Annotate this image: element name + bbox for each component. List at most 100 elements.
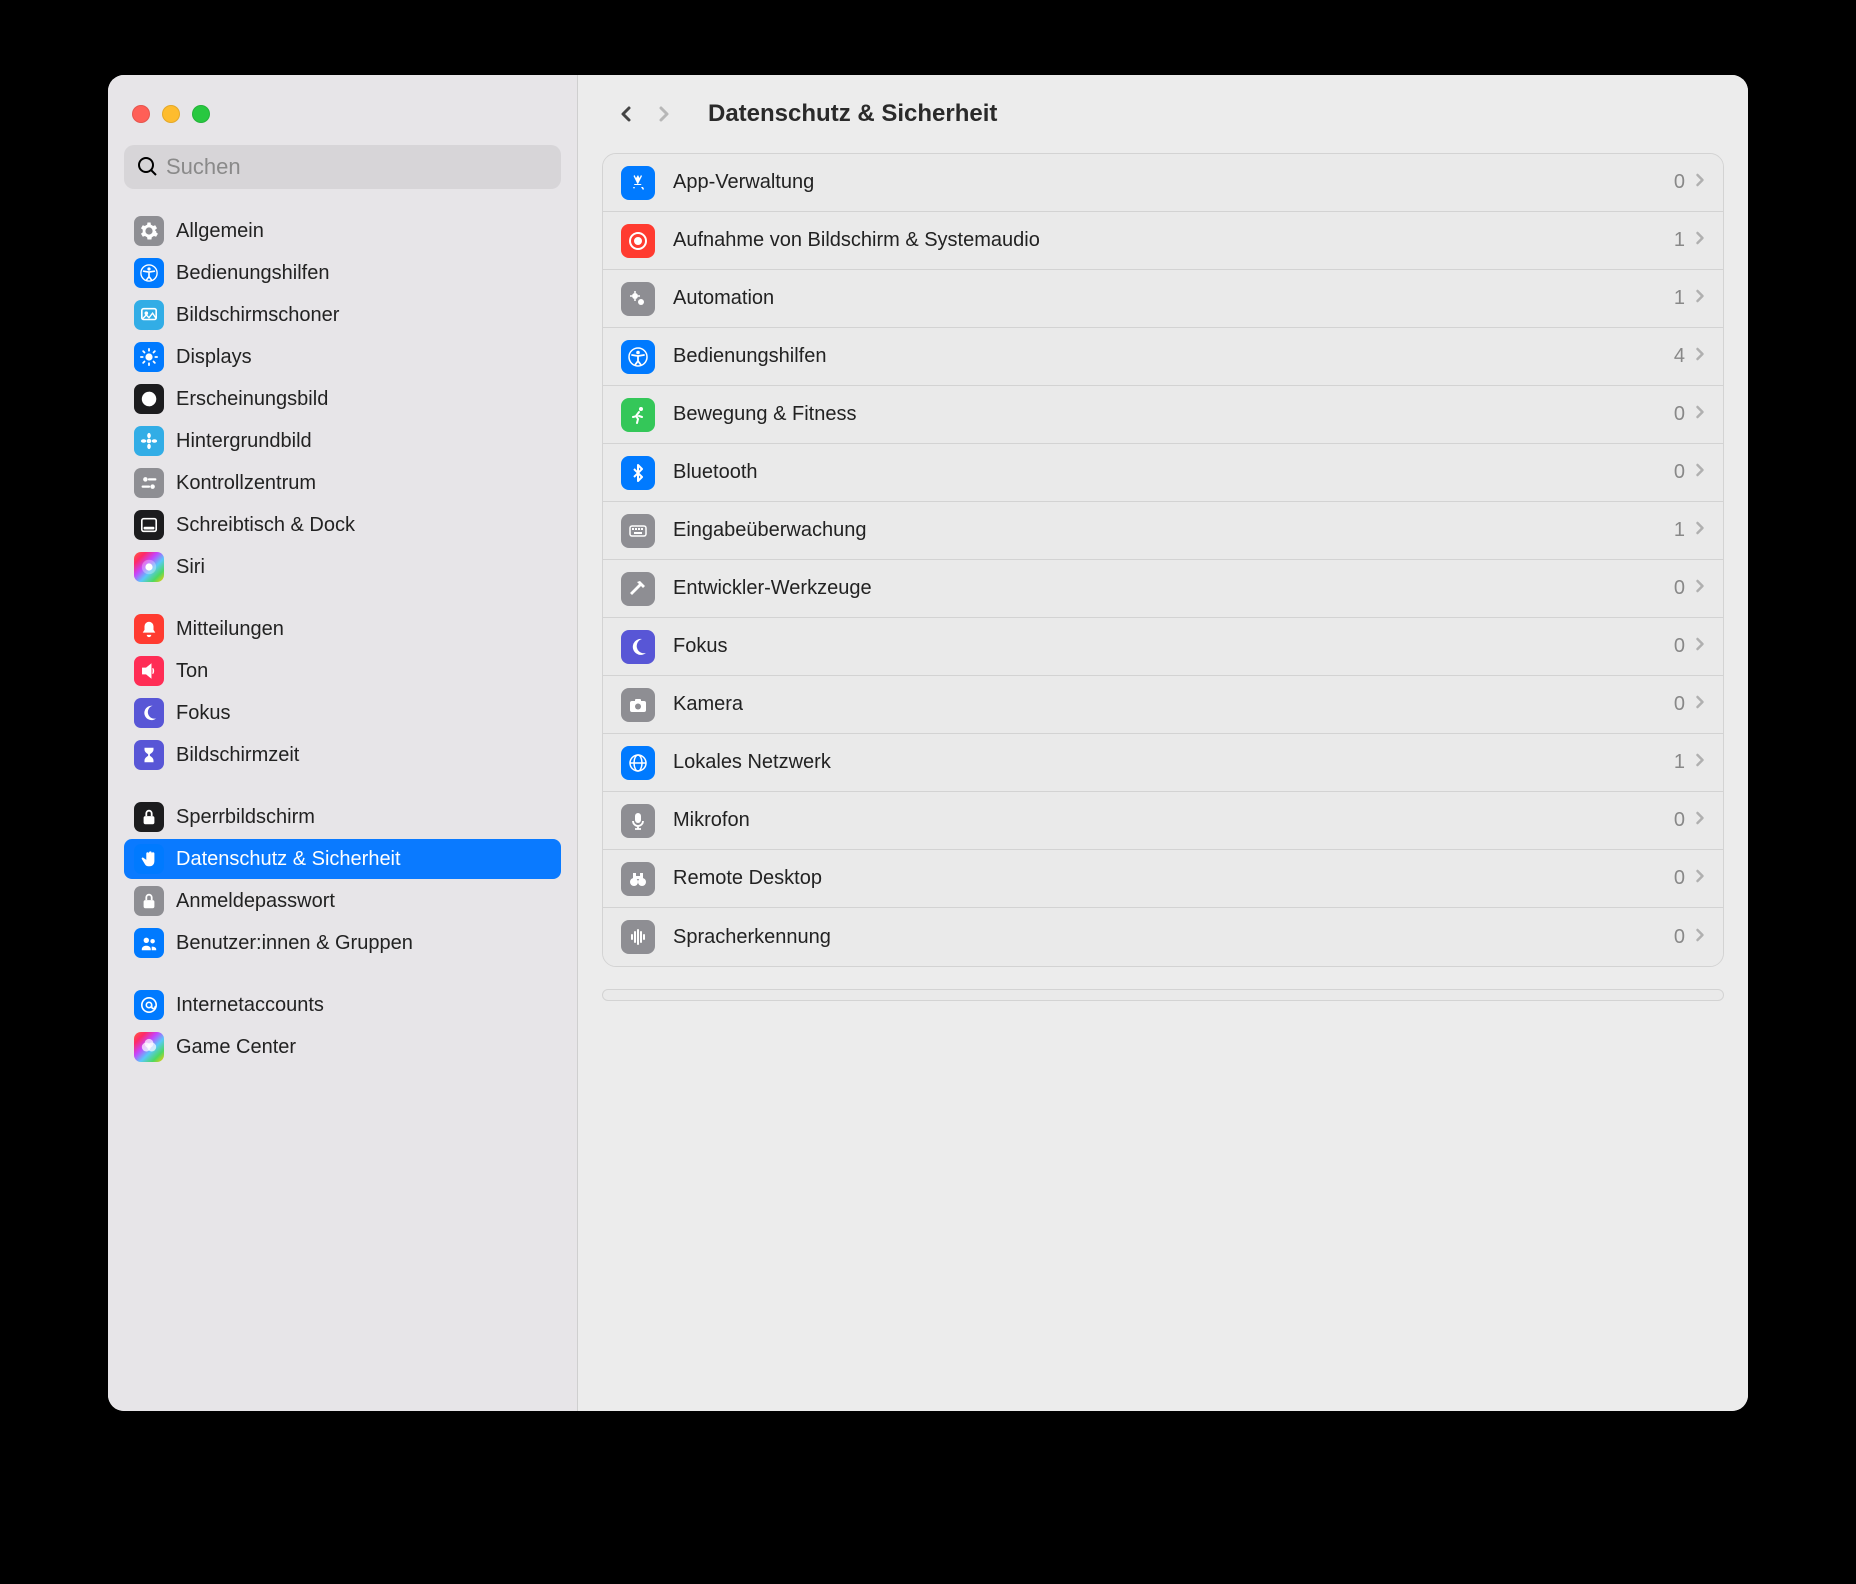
row-label: Bedienungshilfen bbox=[673, 345, 1674, 368]
sidebar-item-gamecenter[interactable]: Game Center bbox=[124, 1027, 561, 1067]
screensaver-icon bbox=[134, 300, 164, 330]
waveform-icon bbox=[621, 920, 655, 954]
sidebar-item-label: Erscheinungsbild bbox=[176, 388, 328, 411]
sidebar-item-label: Displays bbox=[176, 346, 252, 369]
record-icon bbox=[621, 224, 655, 258]
chevron-left-icon bbox=[618, 102, 634, 126]
sidebar-item-label: Mitteilungen bbox=[176, 618, 284, 641]
appstore-icon bbox=[621, 166, 655, 200]
at-icon bbox=[134, 990, 164, 1020]
chevron-right-icon bbox=[1695, 868, 1705, 889]
chevron-right-icon bbox=[1695, 810, 1705, 831]
sidebar-item-general[interactable]: Allgemein bbox=[124, 211, 561, 251]
minimize-window-button[interactable] bbox=[162, 105, 180, 123]
chevron-right-icon bbox=[1695, 694, 1705, 715]
hand-icon bbox=[134, 844, 164, 874]
content-scroll[interactable]: App-Verwaltung0Aufnahme von Bildschirm &… bbox=[578, 153, 1748, 1411]
row-label: Aufnahme von Bildschirm & Systemaudio bbox=[673, 229, 1674, 252]
sidebar-item-label: Schreibtisch & Dock bbox=[176, 514, 355, 537]
sidebar-item-sound[interactable]: Ton bbox=[124, 651, 561, 691]
sidebar-item-users[interactable]: Benutzer:innen & Gruppen bbox=[124, 923, 561, 963]
privacy-row-app-management[interactable]: App-Verwaltung0 bbox=[603, 154, 1723, 212]
chevron-right-icon bbox=[1695, 927, 1705, 948]
search-field-container[interactable] bbox=[124, 145, 561, 189]
sidebar-item-focus[interactable]: Fokus bbox=[124, 693, 561, 733]
privacy-row-speech[interactable]: Spracherkennung0 bbox=[603, 908, 1723, 966]
sidebar-item-label: Anmeldepasswort bbox=[176, 890, 335, 913]
row-count: 0 bbox=[1674, 461, 1685, 484]
sidebar-item-accessibility[interactable]: Bedienungshilfen bbox=[124, 253, 561, 293]
close-window-button[interactable] bbox=[132, 105, 150, 123]
privacy-row-motion[interactable]: Bewegung & Fitness0 bbox=[603, 386, 1723, 444]
hammer-icon bbox=[621, 572, 655, 606]
sidebar-item-appearance[interactable]: Erscheinungsbild bbox=[124, 379, 561, 419]
sidebar-group: Sperrbildschirm Datenschutz & Sicherheit A… bbox=[124, 797, 561, 963]
privacy-row-local-network[interactable]: Lokales Netzwerk1 bbox=[603, 734, 1723, 792]
sidebar-item-controlcenter[interactable]: Kontrollzentrum bbox=[124, 463, 561, 503]
sidebar-nav: Allgemein Bedienungshilfen Bildschirmschon… bbox=[124, 211, 561, 1089]
sidebar-item-label: Bedienungshilfen bbox=[176, 262, 329, 285]
sidebar-item-screensaver[interactable]: Bildschirmschoner bbox=[124, 295, 561, 335]
accessibility-icon bbox=[134, 258, 164, 288]
privacy-row-automation[interactable]: Automation1 bbox=[603, 270, 1723, 328]
row-label: Entwickler-Werkzeuge bbox=[673, 577, 1674, 600]
privacy-row-bluetooth[interactable]: Bluetooth0 bbox=[603, 444, 1723, 502]
sidebar-item-displays[interactable]: Displays bbox=[124, 337, 561, 377]
chevron-right-icon bbox=[1695, 404, 1705, 425]
row-label: Bewegung & Fitness bbox=[673, 403, 1674, 426]
forward-button[interactable] bbox=[646, 94, 686, 134]
next-panel-peek bbox=[602, 989, 1724, 1001]
row-label: Kamera bbox=[673, 693, 1674, 716]
toolbar: Datenschutz & Sicherheit bbox=[578, 75, 1748, 153]
row-count: 1 bbox=[1674, 287, 1685, 310]
row-count: 0 bbox=[1674, 867, 1685, 890]
row-label: Bluetooth bbox=[673, 461, 1674, 484]
siri-icon bbox=[134, 552, 164, 582]
speaker-icon bbox=[134, 656, 164, 686]
chevron-right-icon bbox=[658, 102, 674, 126]
sidebar-item-label: Datenschutz & Sicherheit bbox=[176, 848, 401, 871]
privacy-row-accessibility[interactable]: Bedienungshilfen4 bbox=[603, 328, 1723, 386]
privacy-row-camera[interactable]: Kamera0 bbox=[603, 676, 1723, 734]
privacy-row-remote-desktop[interactable]: Remote Desktop0 bbox=[603, 850, 1723, 908]
zoom-window-button[interactable] bbox=[192, 105, 210, 123]
privacy-row-focus[interactable]: Fokus0 bbox=[603, 618, 1723, 676]
row-label: Fokus bbox=[673, 635, 1674, 658]
sidebar-item-loginpassword[interactable]: Anmeldepasswort bbox=[124, 881, 561, 921]
back-button[interactable] bbox=[606, 94, 646, 134]
row-label: Automation bbox=[673, 287, 1674, 310]
sidebar-group: Allgemein Bedienungshilfen Bildschirmschon… bbox=[124, 211, 561, 587]
sun-icon bbox=[134, 342, 164, 372]
moon-icon bbox=[621, 630, 655, 664]
row-label: App-Verwaltung bbox=[673, 171, 1674, 194]
sidebar-item-siri[interactable]: Siri bbox=[124, 547, 561, 587]
sidebar-item-lockscreen[interactable]: Sperrbildschirm bbox=[124, 797, 561, 837]
search-input[interactable] bbox=[166, 154, 547, 180]
camera-icon bbox=[621, 688, 655, 722]
sidebar-item-label: Bildschirmzeit bbox=[176, 744, 299, 767]
privacy-row-microphone[interactable]: Mikrofon0 bbox=[603, 792, 1723, 850]
sidebar-item-privacy[interactable]: Datenschutz & Sicherheit bbox=[124, 839, 561, 879]
running-icon bbox=[621, 398, 655, 432]
row-count: 0 bbox=[1674, 577, 1685, 600]
appearance-icon bbox=[134, 384, 164, 414]
page-title: Datenschutz & Sicherheit bbox=[708, 100, 997, 128]
sidebar-item-label: Sperrbildschirm bbox=[176, 806, 315, 829]
gears-icon bbox=[621, 282, 655, 316]
sidebar-item-internetaccounts[interactable]: Internetaccounts bbox=[124, 985, 561, 1025]
sidebar-item-dock[interactable]: Schreibtisch & Dock bbox=[124, 505, 561, 545]
privacy-row-input-monitoring[interactable]: Eingabeüberwachung1 bbox=[603, 502, 1723, 560]
accessibility-icon bbox=[621, 340, 655, 374]
sidebar-item-label: Internetaccounts bbox=[176, 994, 324, 1017]
sidebar-item-notifications[interactable]: Mitteilungen bbox=[124, 609, 561, 649]
row-count: 1 bbox=[1674, 751, 1685, 774]
sidebar-item-wallpaper[interactable]: Hintergrundbild bbox=[124, 421, 561, 461]
privacy-row-screen-recording[interactable]: Aufnahme von Bildschirm & Systemaudio1 bbox=[603, 212, 1723, 270]
privacy-row-dev-tools[interactable]: Entwickler-Werkzeuge0 bbox=[603, 560, 1723, 618]
row-count: 1 bbox=[1674, 229, 1685, 252]
row-count: 0 bbox=[1674, 171, 1685, 194]
sidebar-item-label: Fokus bbox=[176, 702, 230, 725]
row-label: Lokales Netzwerk bbox=[673, 751, 1674, 774]
sidebar-item-label: Kontrollzentrum bbox=[176, 472, 316, 495]
sidebar-item-screentime[interactable]: Bildschirmzeit bbox=[124, 735, 561, 775]
